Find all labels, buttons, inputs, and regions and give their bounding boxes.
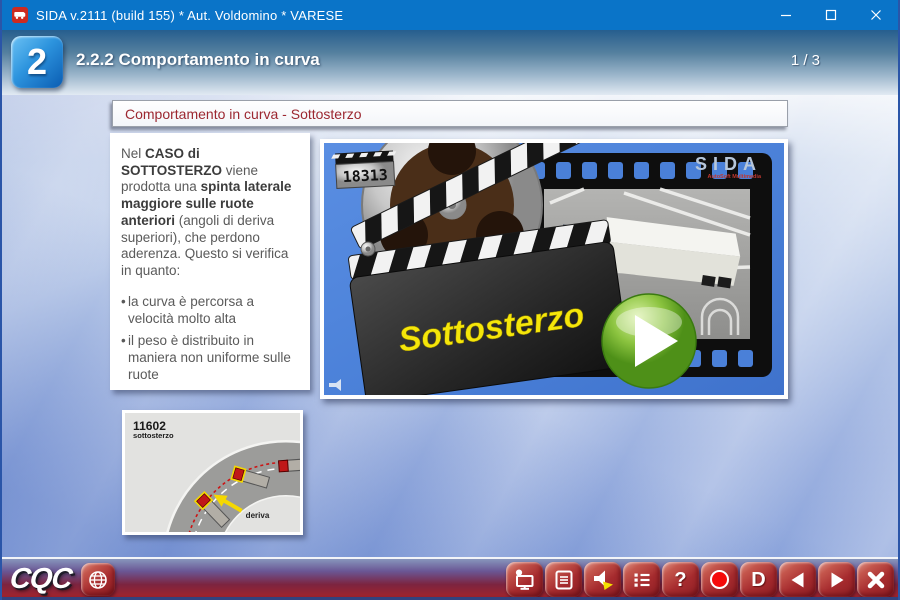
globe-button[interactable] xyxy=(81,563,115,596)
toolbar-button-index[interactable] xyxy=(623,562,660,597)
content-area: Comportamento in curva - Sottosterzo Nel… xyxy=(2,95,898,557)
paragraph-text: Nel xyxy=(121,146,145,161)
video-thumbnail[interactable]: SIDA AutoSoft Multimedia xyxy=(320,139,788,399)
clip-number-marker: 18313 xyxy=(331,150,398,188)
app-truck-icon xyxy=(12,7,28,23)
toolbar-button-row: ?D xyxy=(506,562,894,597)
bullet-item: il peso è distribuito in maniera non uni… xyxy=(121,333,299,383)
diagram-artwork: deriva 11602 sottosterzo xyxy=(125,413,300,532)
toolbar-button-text[interactable] xyxy=(545,562,582,597)
letter-d-icon: D xyxy=(751,570,765,590)
bullet-item: la curva è percorsa a velocità molto alt… xyxy=(121,294,299,327)
bottom-toolbar: CQC ?D xyxy=(2,557,898,600)
speaker-audio-icon xyxy=(591,568,614,591)
play-icon xyxy=(602,294,696,388)
close-button[interactable] xyxy=(853,0,898,30)
chapter-badge: 2 xyxy=(11,36,63,88)
video-artwork: SIDA AutoSoft Multimedia xyxy=(324,143,784,395)
window-title: SIDA v.2111 (build 155) * Aut. Voldomino… xyxy=(36,8,763,23)
section-title: Comportamento in curva - Sottosterzo xyxy=(113,106,362,122)
lesson-paragraph: Nel CASO di SOTTOSTERZO viene prodotta u… xyxy=(121,146,299,280)
title-bar: SIDA v.2111 (build 155) * Aut. Voldomino… xyxy=(2,0,898,30)
question-icon: ? xyxy=(674,570,686,590)
toolbar-button-audio[interactable] xyxy=(584,562,621,597)
close-x-icon xyxy=(865,569,887,591)
record-dot-icon xyxy=(708,568,731,591)
toolbar-button-record[interactable] xyxy=(701,562,738,597)
diagram-label: sottosterzo xyxy=(133,431,174,440)
lesson-header: 2 2.2.2 Comportamento in curva 1 / 3 xyxy=(2,30,898,95)
cqc-logo: CQC xyxy=(8,563,73,596)
document-icon xyxy=(553,569,575,591)
list-icon xyxy=(631,569,653,591)
clip-number: 18313 xyxy=(342,166,388,186)
toolbar-button-exit[interactable] xyxy=(857,562,894,597)
lesson-bullet-list: la curva è percorsa a velocità molto alt… xyxy=(121,294,299,384)
sida-brand-logo: SIDA xyxy=(695,154,762,174)
understeer-diagram[interactable]: deriva 11602 sottosterzo xyxy=(122,410,303,535)
toolbar-button-help[interactable]: ? xyxy=(662,562,699,597)
section-header-bar: Comportamento in curva - Sottosterzo xyxy=(112,100,788,127)
deriva-label: deriva xyxy=(246,511,270,520)
toolbar-button-dictionary[interactable]: D xyxy=(740,562,777,597)
arrow-right-icon xyxy=(826,569,848,591)
toolbar-button-forward[interactable] xyxy=(818,562,855,597)
page-indicator: 1 / 3 xyxy=(791,52,820,69)
maximize-button[interactable] xyxy=(808,0,853,30)
app-window: SIDA v.2111 (build 155) * Aut. Voldomino… xyxy=(0,0,900,600)
arrow-left-icon xyxy=(787,569,809,591)
toolbar-button-classroom[interactable] xyxy=(506,562,543,597)
lesson-text-panel: Nel CASO di SOTTOSTERZO viene prodotta u… xyxy=(110,133,310,390)
globe-icon xyxy=(87,569,109,591)
toolbar-button-back[interactable] xyxy=(779,562,816,597)
presenter-monitor-icon xyxy=(513,568,536,591)
sida-brand-sub: AutoSoft Multimedia xyxy=(708,174,762,180)
minimize-button[interactable] xyxy=(763,0,808,30)
lesson-title: 2.2.2 Comportamento in curva xyxy=(76,50,320,70)
